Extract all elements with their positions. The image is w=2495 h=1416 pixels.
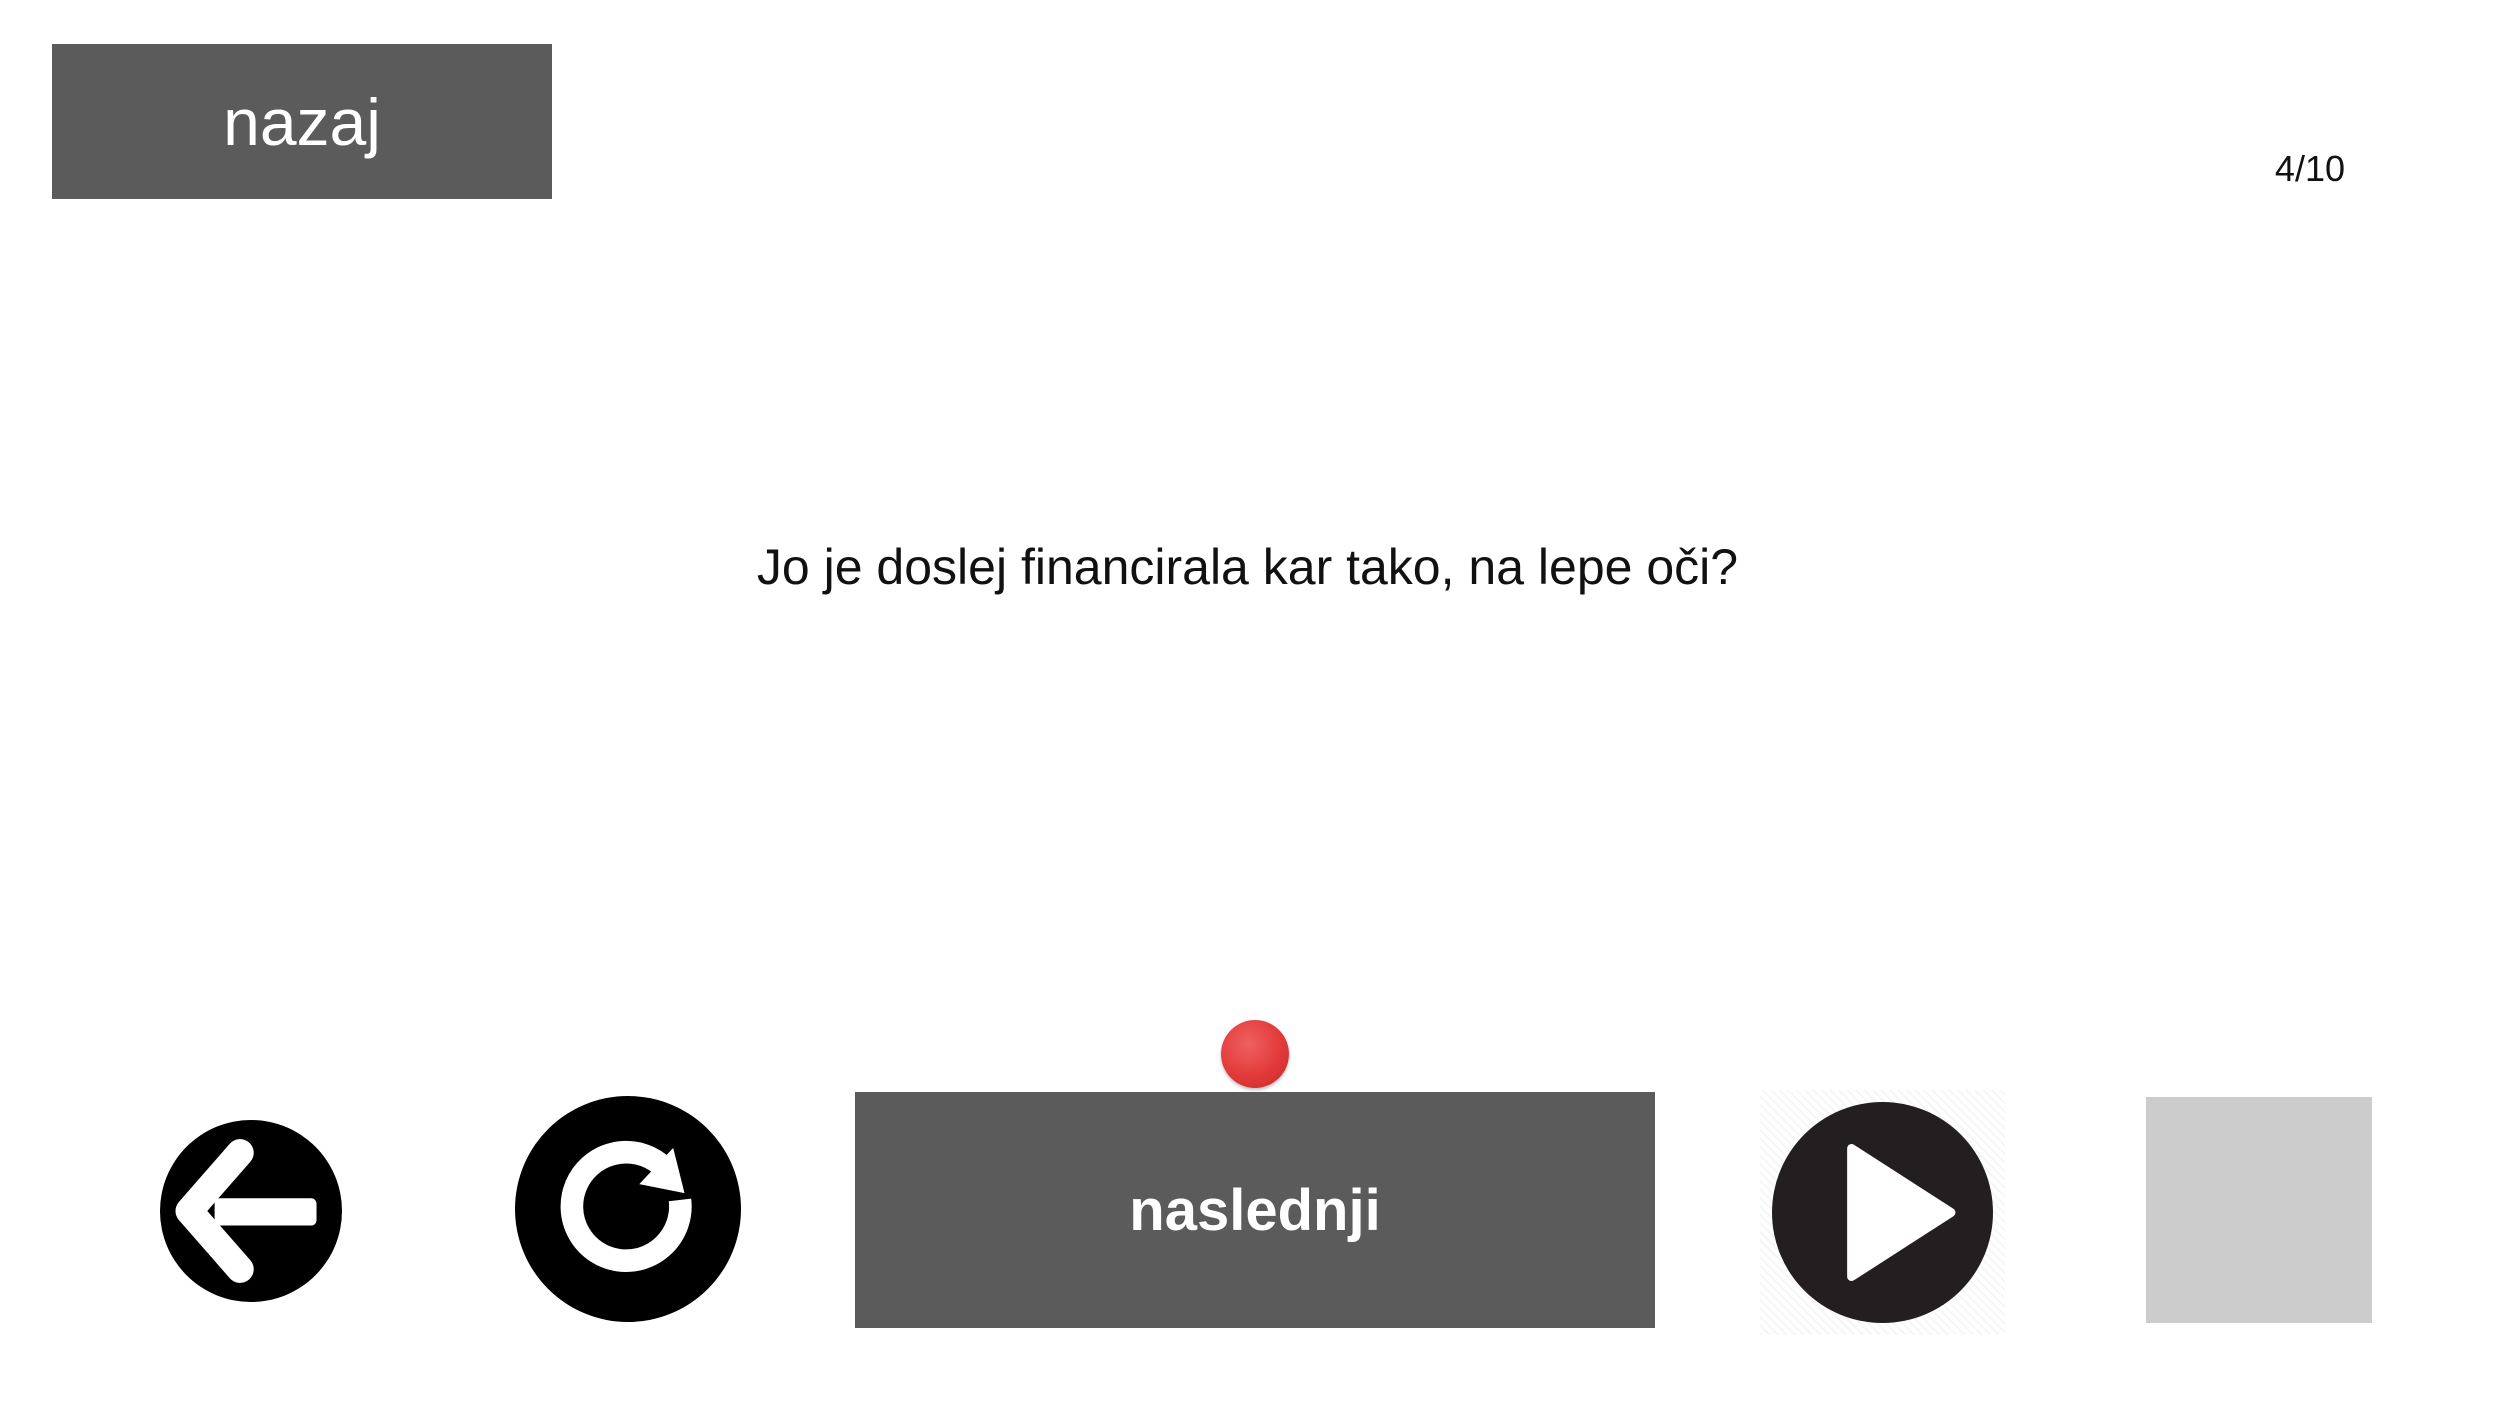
practice-screen: nazaj 4/10 Jo je doslej financirala kar … [0, 0, 2495, 1416]
previous-button[interactable] [160, 1120, 342, 1302]
play-icon [1772, 1102, 1993, 1323]
replay-button[interactable] [515, 1096, 741, 1322]
recording-indicator [1221, 1020, 1289, 1088]
arrow-left-icon [160, 1120, 342, 1302]
next-button-label: naslednji [1129, 1177, 1381, 1243]
replay-icon [515, 1096, 741, 1322]
next-button[interactable]: naslednji [855, 1092, 1655, 1328]
back-button[interactable]: nazaj [52, 44, 552, 199]
back-button-label: nazaj [223, 84, 381, 159]
progress-counter: 4/10 [2274, 148, 2345, 189]
play-button[interactable] [1760, 1090, 2005, 1335]
stop-button[interactable] [2146, 1097, 2372, 1323]
sentence-text: Jo je doslej financirala kar tako, na le… [756, 539, 1739, 595]
